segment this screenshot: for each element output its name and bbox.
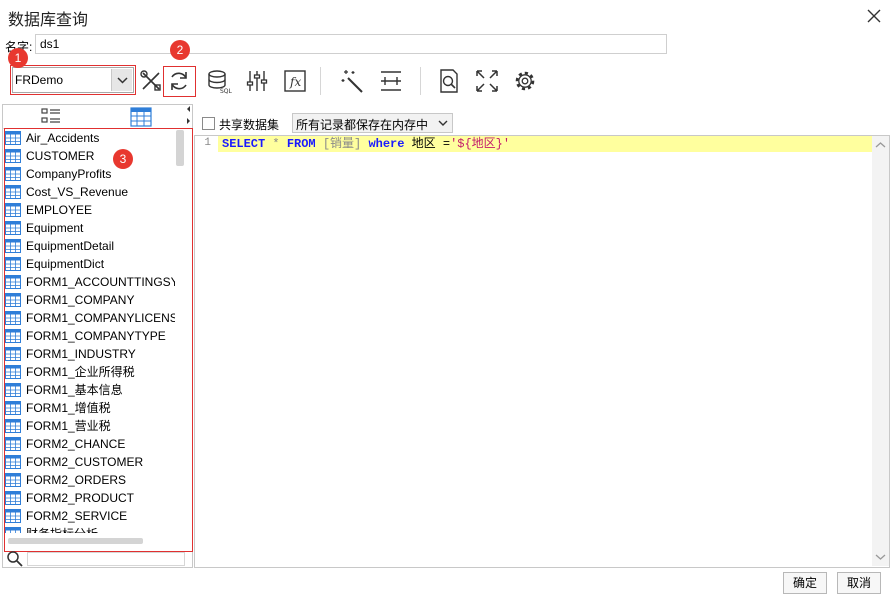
- tree-view-tabs: [3, 105, 192, 129]
- cache-mode-value: 所有记录都保存在内存中: [296, 118, 429, 132]
- sql-keyword-select: SELECT: [222, 137, 266, 151]
- expand-button[interactable]: [474, 68, 500, 94]
- ok-button[interactable]: 确定: [783, 572, 827, 594]
- title-bar: 数据库查询: [0, 0, 896, 32]
- table-list-vertical-scrollbar[interactable]: [176, 130, 184, 166]
- sql-star: *: [265, 137, 287, 151]
- collapse-left-icon: [187, 106, 190, 124]
- sql-database-button[interactable]: SQL: [206, 68, 233, 95]
- toolbar-separator: [420, 67, 421, 95]
- column-width-button[interactable]: [378, 68, 404, 94]
- share-dataset-checkbox[interactable]: [202, 117, 215, 130]
- parameters-icon: [246, 71, 268, 91]
- badge-1: 1: [8, 48, 28, 68]
- datasource-dropdown-button[interactable]: [111, 69, 132, 91]
- datasource-value: FRDemo: [15, 73, 64, 87]
- sql-table-name: [销量]: [315, 137, 369, 151]
- magic-wand-button[interactable]: [340, 68, 366, 94]
- formula-button[interactable]: fx: [282, 68, 308, 94]
- list-view-icon: [41, 108, 60, 123]
- scroll-down-icon: [875, 554, 886, 560]
- refresh-button[interactable]: [166, 68, 192, 94]
- tab-table-view[interactable]: [129, 106, 153, 128]
- scroll-up-icon: [875, 142, 886, 148]
- magic-wand-icon: [341, 70, 363, 93]
- panel-collapse-handle[interactable]: [186, 104, 192, 126]
- table-list-highlight-box: [4, 128, 193, 552]
- parameters-button[interactable]: [244, 68, 270, 94]
- badge-2: 2: [170, 40, 190, 60]
- sql-database-icon: SQL: [208, 70, 233, 95]
- svg-text:fx: fx: [289, 75, 301, 89]
- settings-button[interactable]: [512, 68, 538, 94]
- edit-connection-button[interactable]: [138, 68, 164, 94]
- sql-keyword-from: FROM: [286, 137, 316, 151]
- preview-button[interactable]: [436, 68, 462, 94]
- tab-list-view[interactable]: [39, 106, 63, 128]
- badge-3: 3: [113, 149, 133, 169]
- formula-icon: fx: [284, 70, 306, 92]
- sql-keyword-where: where: [368, 137, 405, 151]
- sql-parameter: '${地区}': [450, 137, 511, 151]
- search-input[interactable]: [27, 552, 185, 566]
- sql-condition: 地区 =: [404, 137, 451, 151]
- table-list-horizontal-scrollbar[interactable]: [8, 538, 143, 544]
- line-number: 1: [204, 137, 211, 149]
- chevron-down-icon: [117, 77, 128, 84]
- toolbar-separator: [320, 67, 321, 95]
- cache-dropdown-button[interactable]: [435, 115, 451, 131]
- edit-connection-icon: [140, 70, 161, 91]
- close-icon: [867, 9, 881, 23]
- expand-icon: [476, 70, 498, 92]
- close-button[interactable]: [862, 4, 886, 28]
- cache-mode-select[interactable]: 所有记录都保存在内存中: [292, 113, 453, 133]
- share-dataset-label: 共享数据集: [219, 118, 280, 132]
- preview-icon: [440, 69, 458, 93]
- sql-code-line[interactable]: SELECT * FROM [销量] where 地区 ='${地区}': [222, 136, 510, 152]
- sql-editor[interactable]: [194, 135, 890, 568]
- settings-icon: [515, 71, 535, 91]
- search-icon: [7, 551, 23, 567]
- datasource-select[interactable]: FRDemo: [12, 67, 134, 93]
- window-title: 数据库查询: [8, 12, 89, 29]
- chevron-down-icon: [438, 120, 448, 126]
- table-search-box[interactable]: [5, 550, 190, 568]
- line-number-gutter: [195, 136, 217, 566]
- name-field[interactable]: [35, 34, 667, 54]
- table-view-icon: [130, 107, 152, 127]
- refresh-icon: [171, 72, 187, 90]
- dialog-footer: 确定 取消: [0, 568, 896, 598]
- editor-vertical-scrollbar[interactable]: [872, 136, 889, 566]
- cancel-button[interactable]: 取消: [837, 572, 881, 594]
- column-width-icon: [381, 71, 401, 91]
- svg-text:SQL: SQL: [220, 88, 232, 94]
